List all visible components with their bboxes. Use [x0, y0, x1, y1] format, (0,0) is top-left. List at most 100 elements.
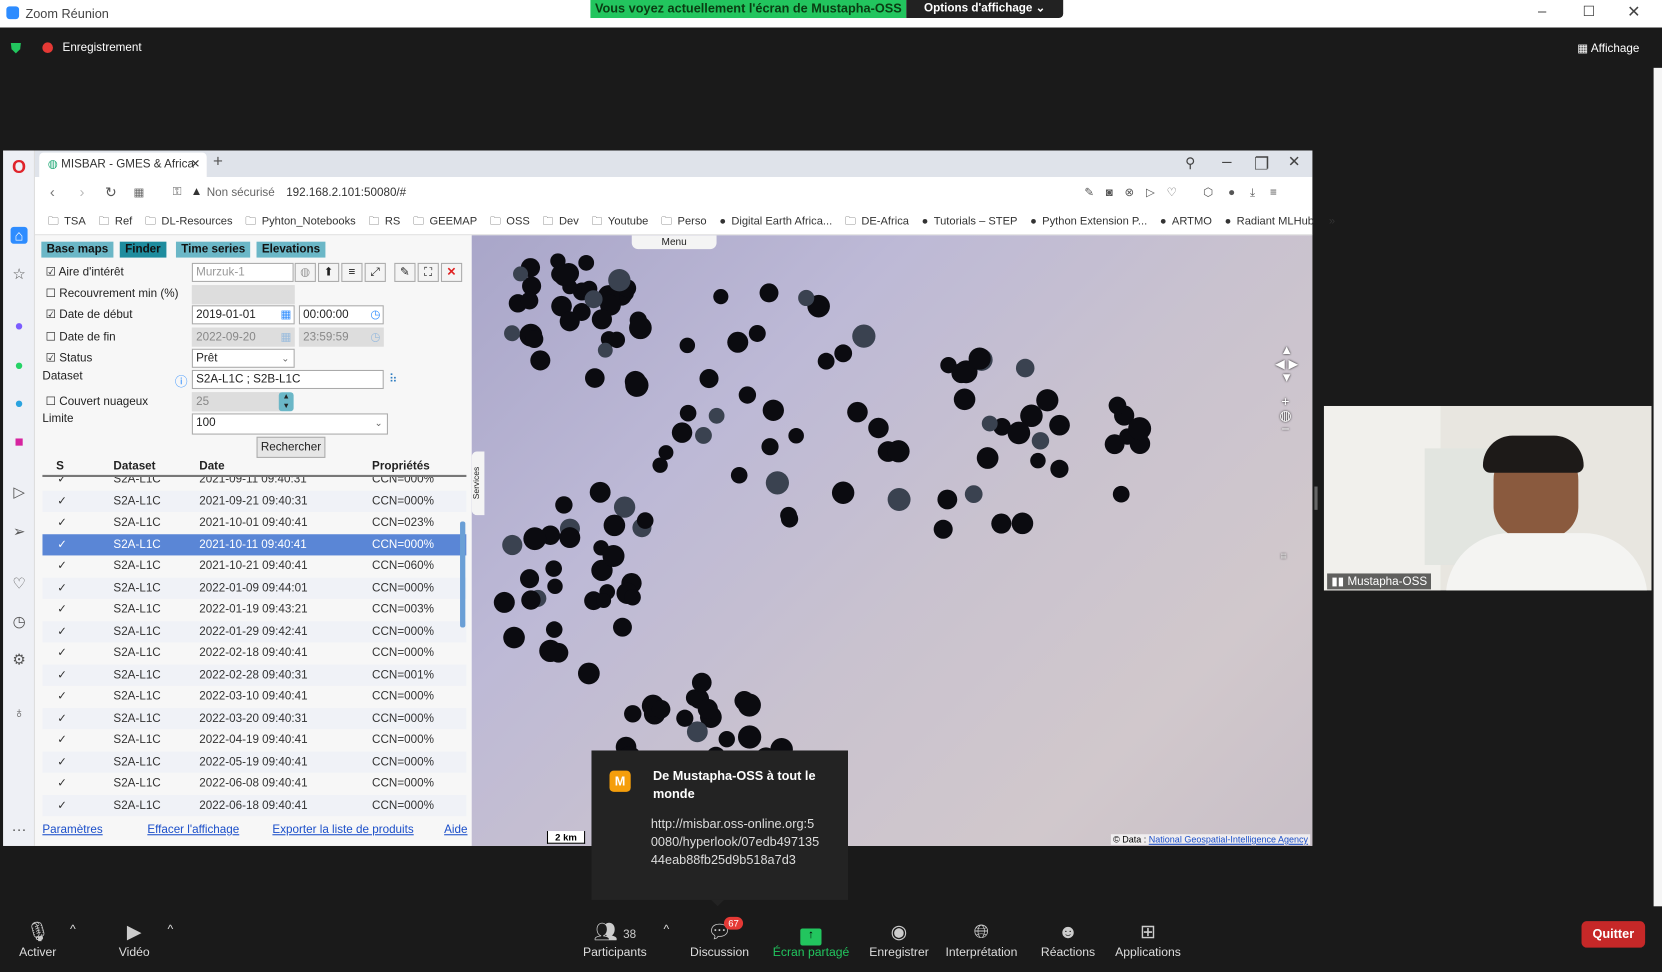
record-button[interactable]: ◉ Enregistrer [869, 921, 929, 959]
table-row[interactable]: ✓ S2A-L1C 2021-10-11 09:40:41 CCN=000% [42, 533, 467, 556]
minimize-icon[interactable]: – [1538, 2, 1546, 19]
star-icon[interactable]: ☆ [11, 265, 28, 283]
table-row[interactable]: ✓ S2A-L1C 2022-03-20 09:40:31 CCN=000% [42, 707, 467, 730]
close-icon[interactable]: ✕ [1288, 153, 1300, 171]
end-time-input[interactable]: 23:59:59 ◷ [298, 327, 384, 347]
history-icon[interactable]: ◷ [11, 613, 28, 631]
bookmark-item[interactable]: ● Python Extension P... [1030, 209, 1147, 234]
upload-icon[interactable]: ⬆ [317, 262, 340, 282]
video-options-chevron[interactable]: ^ [167, 923, 173, 936]
table-row[interactable]: ✓ S2A-L1C 2022-01-29 09:42:41 CCN=000% [42, 620, 467, 643]
table-row[interactable]: ✓ S2A-L1C 2022-01-19 09:43:21 CCN=003% [42, 599, 466, 621]
column-date[interactable]: Date [199, 460, 224, 473]
telegram-icon[interactable]: ● [11, 394, 28, 411]
bookmark-item[interactable]: 🗀︎ TSA [48, 209, 86, 234]
attribution-link[interactable]: National Geospatial-Intelligence Agency [1149, 834, 1308, 845]
tab-close-icon[interactable]: ✕ [191, 153, 201, 177]
calendar-icon[interactable]: ▦ [280, 329, 291, 346]
aoi-checkbox[interactable]: ☑ Aire d'intérêt [46, 265, 124, 279]
tab-misbar[interactable]: ◍ MISBAR - GMES & Africa ✕ [39, 152, 207, 178]
forward-icon[interactable]: › [79, 183, 84, 200]
url-input[interactable]: 192.168.2.101:50080/# [286, 187, 406, 200]
bookmark-item[interactable]: 🗀︎ Ref [98, 209, 132, 234]
tab-time-series[interactable]: Time series [175, 241, 251, 258]
column-status[interactable]: S [56, 460, 64, 473]
start-time-input[interactable]: 00:00:00 ◷ [298, 305, 384, 325]
status-select[interactable]: Prêt ⌄ [191, 348, 295, 368]
address-bar-icons[interactable]: ✎◙⊗▷♡ [1084, 185, 1188, 200]
dataset-input[interactable]: S2A-L1C ; S2B-L1C [191, 369, 384, 390]
table-row[interactable]: ✓ S2A-L1C 2022-02-18 09:40:41 CCN=000% [42, 642, 466, 664]
cloud-stepper[interactable]: ▲ ▼ [278, 392, 294, 412]
instagram-icon[interactable]: ■ [11, 432, 28, 449]
participants-button[interactable]: 👥︎ 38 Participants [583, 921, 647, 959]
reload-icon[interactable]: ↻ [105, 184, 117, 201]
hierarchy-icon[interactable]: ⠷ [389, 372, 398, 386]
maximize-icon[interactable]: ☐ [1583, 3, 1595, 20]
table-row[interactable]: ✓ S2A-L1C 2022-06-08 09:40:41 CCN=000% [42, 773, 466, 795]
back-icon[interactable]: ‹ [50, 183, 55, 200]
whatsapp-icon[interactable]: ● [11, 356, 28, 373]
column-properties[interactable]: Propriétés [372, 460, 430, 473]
bookmark-item[interactable]: 🗀︎ OSS [490, 209, 530, 234]
close-icon[interactable]: ✕ [1627, 2, 1640, 21]
video-button[interactable]: ▶︎ Vidéo [119, 921, 150, 959]
restore-icon[interactable]: ❐ [1254, 154, 1269, 175]
cloud-input[interactable]: 25 [191, 392, 281, 412]
player-icon[interactable]: ▷ [11, 483, 28, 501]
bookmark-item[interactable]: 🗀︎ Perso [661, 209, 707, 234]
table-row[interactable]: ✓ S2A-L1C 2022-05-19 09:40:41 CCN=000% [42, 751, 467, 773]
bookmark-item[interactable]: 🗀︎ DE-Africa [845, 209, 909, 234]
participants-chevron[interactable]: ^ [664, 923, 670, 936]
settings-icon[interactable]: ⚙ [11, 651, 28, 669]
leave-button[interactable]: Quitter [1581, 921, 1646, 948]
display-button[interactable]: ▦ Affichage [1577, 41, 1639, 55]
clock-icon[interactable]: ◷ [370, 306, 380, 323]
zoom-control[interactable]: + ◍ − [1279, 394, 1291, 435]
bookmark-item[interactable]: 🗀︎ Pyhton_Notebooks [245, 209, 355, 234]
messenger-icon[interactable]: ● [11, 317, 28, 334]
lightbulb-icon[interactable]: ♁ [11, 704, 28, 721]
expand-icon[interactable]: ⤢ [364, 262, 386, 282]
column-dataset[interactable]: Dataset [113, 460, 155, 473]
bookmark-item[interactable]: ● Tutorials – STEP [922, 209, 1018, 234]
bookmark-item[interactable]: 🗀︎ RS [368, 209, 400, 234]
search-button[interactable]: Rechercher [256, 436, 326, 458]
bookmark-item[interactable]: 🗀︎ GEEMAP [413, 209, 477, 234]
results-scrollbar[interactable] [460, 521, 466, 628]
share-screen-button[interactable]: ↑ Écran partagé [773, 921, 849, 959]
list-icon[interactable]: ≡ [341, 262, 363, 282]
pan-control[interactable]: ▲ ◀ ▶ ▼ [1275, 343, 1298, 384]
more-icon[interactable]: ··· [11, 820, 28, 837]
audio-options-chevron[interactable]: ^ [70, 923, 76, 936]
table-row[interactable]: ✓ S2A-L1C 2021-09-11 09:40:31 CCN=000% [42, 477, 466, 490]
start-date-input[interactable]: 2019-01-01 ▦ [191, 305, 295, 325]
interpretation-button[interactable]: 🌐︎ Interprétation [946, 921, 1018, 959]
chat-message[interactable]: http://misbar.oss-online.org:50080/hyper… [651, 815, 821, 869]
table-row[interactable]: ✓ S2A-L1C 2021-09-21 09:40:31 CCN=000% [42, 490, 467, 512]
tab-base-maps[interactable]: Base maps [41, 241, 114, 258]
table-row[interactable]: ✓ S2A-L1C 2022-02-28 09:40:31 CCN=001% [42, 664, 467, 686]
limit-select[interactable]: 100 ⌄ [191, 413, 388, 435]
settings-link[interactable]: Paramètres [42, 824, 102, 837]
select-area-icon[interactable]: ⛶ [417, 262, 439, 282]
apps-button[interactable]: ⊞ Applications [1115, 921, 1181, 959]
end-date-checkbox[interactable]: ☐ Date de fin [46, 330, 116, 344]
bookmark-item[interactable]: ● ARTMO [1160, 209, 1212, 234]
info-icon[interactable]: ⓘ [175, 372, 188, 390]
tabs-grid-icon[interactable]: ▦ [134, 185, 145, 200]
status-checkbox[interactable]: ☑ Status [46, 351, 93, 365]
new-tab-icon[interactable]: + [213, 153, 223, 172]
overlap-input[interactable] [191, 285, 295, 305]
bookmark-item[interactable]: 🗀︎ Dev [543, 209, 579, 234]
delete-icon[interactable]: ✕ [440, 262, 463, 282]
tab-finder[interactable]: Finder [119, 241, 167, 258]
calendar-icon[interactable]: ▦ [280, 306, 291, 323]
tab-elevations[interactable]: Elevations [256, 241, 326, 258]
reactions-button[interactable]: ☻ Réactions [1041, 921, 1095, 959]
export-products-link[interactable]: Exporter la liste de produits [272, 824, 413, 837]
services-tab[interactable]: Services [471, 451, 485, 516]
resize-handle[interactable] [1314, 486, 1318, 510]
view-options-button[interactable]: Options d'affichage ⌄ [906, 0, 1064, 19]
bookmark-item[interactable]: ● Radiant MLHub [1225, 209, 1314, 234]
